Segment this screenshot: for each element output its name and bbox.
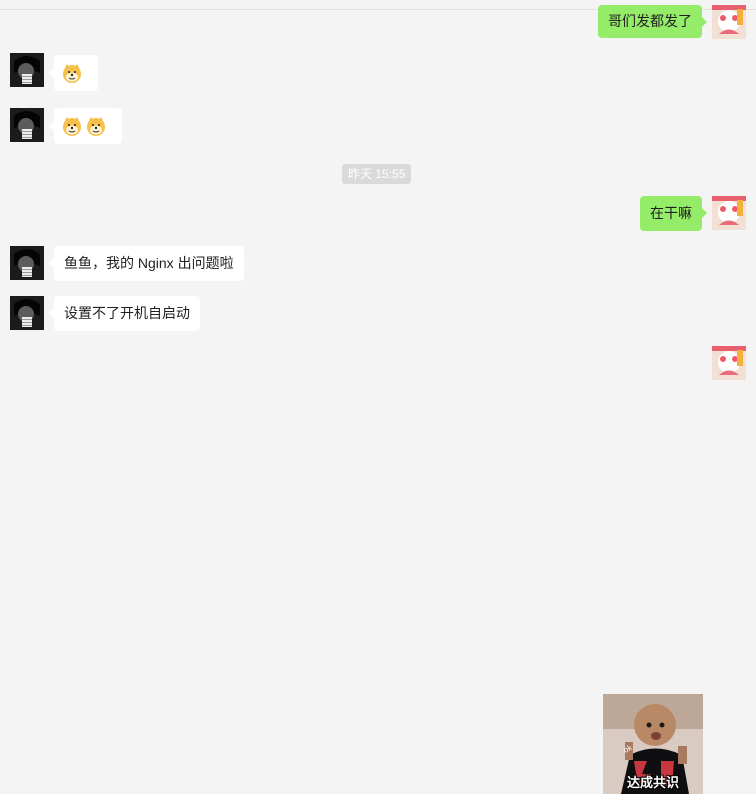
message-row-5: 在干嘛 [0, 196, 756, 236]
message-text: 设置不了开机自启动 [64, 305, 190, 321]
avatar-right[interactable] [712, 196, 746, 230]
avatar-left[interactable] [10, 53, 44, 87]
message-row-3 [0, 105, 756, 145]
left-text-bubble[interactable]: 设置不了开机自启动 [49, 296, 200, 331]
message-row-2 [0, 50, 756, 91]
message-text: 鱼鱼，我的 Nginx 出问题啦 [64, 255, 234, 271]
portrait-icon [10, 108, 44, 142]
left-text-bubble[interactable]: 鱼鱼，我的 Nginx 出问题啦 [49, 246, 244, 281]
doge-emoji-icon [61, 62, 83, 84]
message-row-1: 哥们发都发了 [0, 0, 756, 40]
left-emoji-bubble[interactable] [49, 108, 122, 144]
avatar-left[interactable] [10, 296, 44, 330]
message-text: 在干嘛 [650, 205, 692, 221]
sticker-image[interactable]: ok 达成共识 [603, 694, 703, 794]
left-emoji-bubble[interactable] [49, 55, 98, 91]
doge-emoji-icon [85, 115, 107, 137]
time-divider: 昨天 15:55 [342, 164, 412, 184]
image-caption: 达成共识 [626, 775, 679, 790]
right-text-bubble[interactable]: 在干嘛 [640, 196, 707, 231]
message-row-8: ok 达成共识 [0, 346, 756, 794]
portrait-icon [10, 53, 44, 87]
portrait-icon [10, 296, 44, 330]
message-row-7: 设置不了开机自启动 [0, 296, 756, 336]
portrait-icon [10, 246, 44, 280]
doge-emoji-icon [61, 115, 83, 137]
avatar-left[interactable] [10, 108, 44, 142]
avatar-right[interactable] [712, 5, 746, 39]
lucky-cat-icon [712, 5, 746, 39]
timestamp-label: 昨天 15:55 [348, 167, 406, 181]
avatar-left[interactable] [10, 246, 44, 280]
lucky-cat-icon [712, 196, 746, 230]
message-text: 哥们发都发了 [608, 13, 692, 29]
avatar-right[interactable] [712, 346, 746, 380]
right-text-bubble[interactable]: 哥们发都发了 [598, 5, 707, 38]
lucky-cat-icon [712, 346, 746, 380]
message-row-6: 鱼鱼，我的 Nginx 出问题啦 [0, 246, 756, 286]
